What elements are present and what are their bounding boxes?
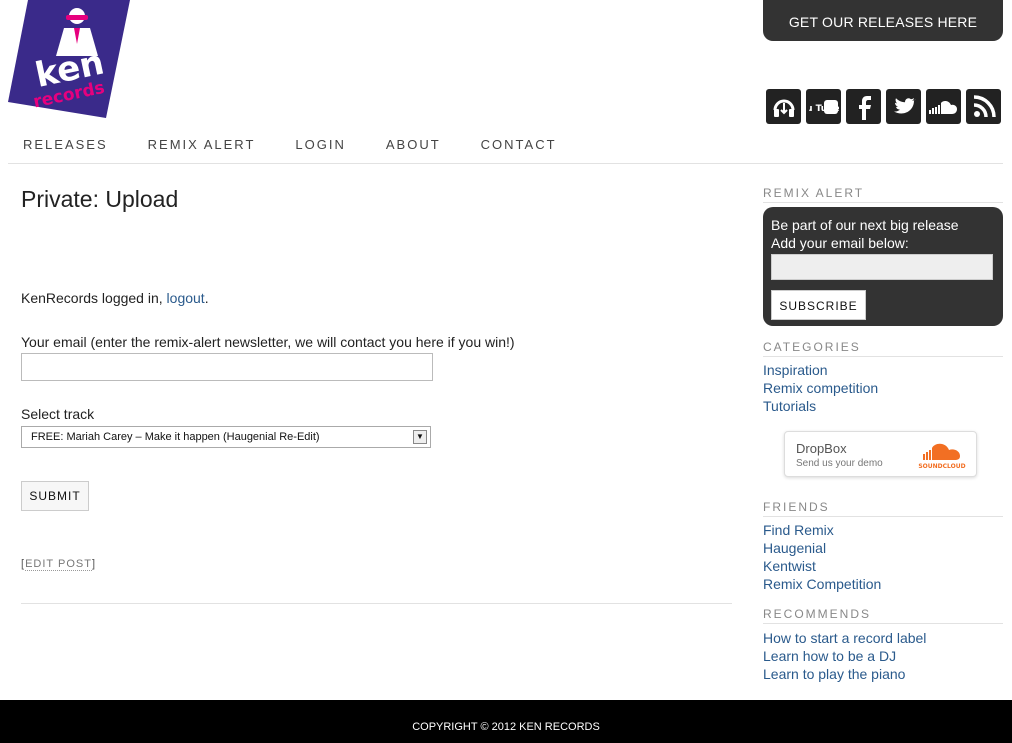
email-label: Your email (enter the remix-alert newsle… [21, 334, 515, 350]
subscribe-button[interactable]: SUBSCRIBE [771, 290, 866, 320]
track-selected-value: FREE: Mariah Carey – Make it happen (Hau… [31, 431, 320, 443]
logout-link[interactable]: logout [167, 290, 205, 306]
friend-link[interactable]: Remix Competition [763, 575, 881, 593]
logged-in-text: KenRecords logged in, [21, 290, 167, 306]
social-icons: You Tube [766, 89, 1001, 124]
footer: COPYRIGHT © 2012 KEN RECORDS [0, 700, 1012, 743]
nav-divider [8, 163, 1003, 164]
content-divider [21, 603, 732, 604]
recommend-link[interactable]: Learn to play the piano [763, 665, 926, 683]
main-nav: RELEASES REMIX ALERT LOGIN ABOUT CONTACT [23, 137, 597, 152]
friends-heading: FRIENDS [763, 500, 1003, 517]
page-title: Private: Upload [21, 186, 179, 212]
recommend-link[interactable]: How to start a record label [763, 629, 926, 647]
download-icon[interactable] [766, 89, 801, 124]
friend-link[interactable]: Find Remix [763, 521, 881, 539]
remix-alert-line1: Be part of our next big release [771, 217, 959, 233]
category-link[interactable]: Remix competition [763, 379, 878, 397]
edit-post-bracket-close: ] [91, 558, 96, 570]
email-field[interactable] [21, 353, 433, 381]
submit-button[interactable]: SUBMIT [21, 481, 89, 511]
dropbox-title: DropBox [796, 441, 847, 456]
soundcloud-icon[interactable] [926, 89, 961, 124]
remix-alert-heading: REMIX ALERT [763, 186, 1003, 203]
track-select[interactable]: FREE: Mariah Carey – Make it happen (Hau… [21, 426, 431, 448]
footer-copyright: COPYRIGHT © 2012 KEN RECORDS [412, 721, 600, 733]
friend-link[interactable]: Haugenial [763, 539, 881, 557]
remix-alert-box: Be part of our next big release Add your… [763, 207, 1003, 326]
nav-contact[interactable]: CONTACT [481, 137, 557, 152]
nav-about[interactable]: ABOUT [386, 137, 441, 152]
soundcloud-logo-icon: SOUNDCLOUD [918, 443, 966, 470]
twitter-icon[interactable] [886, 89, 921, 124]
edit-post: [EDIT POST] [21, 558, 96, 571]
get-releases-button[interactable]: GET OUR RELEASES HERE [763, 0, 1003, 41]
logged-in-status: KenRecords logged in, logout. [21, 290, 209, 306]
rss-icon[interactable] [966, 89, 1001, 124]
remix-alert-line2: Add your email below: [771, 235, 909, 251]
category-link[interactable]: Inspiration [763, 361, 878, 379]
friend-link[interactable]: Kentwist [763, 557, 881, 575]
recommends-list: How to start a record label Learn how to… [763, 629, 926, 683]
nav-login[interactable]: LOGIN [295, 137, 345, 152]
youtube-icon[interactable]: You Tube [806, 89, 841, 124]
edit-post-link[interactable]: EDIT POST [25, 558, 92, 571]
dropbox-widget[interactable]: DropBox Send us your demo SOUNDCLOUD [784, 431, 977, 477]
facebook-icon[interactable] [846, 89, 881, 124]
track-label: Select track [21, 406, 95, 422]
dropbox-subtitle: Send us your demo [796, 458, 883, 469]
friends-list: Find Remix Haugenial Kentwist Remix Comp… [763, 521, 881, 593]
remix-email-input[interactable] [771, 254, 993, 280]
categories-heading: CATEGORIES [763, 340, 1003, 357]
ken-records-logo[interactable]: ken records [8, 0, 130, 118]
chevron-down-icon[interactable]: ▼ [413, 430, 427, 444]
soundcloud-brand-text: SOUNDCLOUD [918, 463, 965, 470]
recommends-heading: RECOMMENDS [763, 607, 1003, 624]
recommend-link[interactable]: Learn how to be a DJ [763, 647, 926, 665]
nav-remix-alert[interactable]: REMIX ALERT [148, 137, 256, 152]
nav-releases[interactable]: RELEASES [23, 137, 108, 152]
categories-list: Inspiration Remix competition Tutorials [763, 361, 878, 415]
youtube-icon-text-you: You Tube [809, 104, 839, 114]
category-link[interactable]: Tutorials [763, 397, 878, 415]
logged-in-suffix: . [204, 290, 209, 306]
